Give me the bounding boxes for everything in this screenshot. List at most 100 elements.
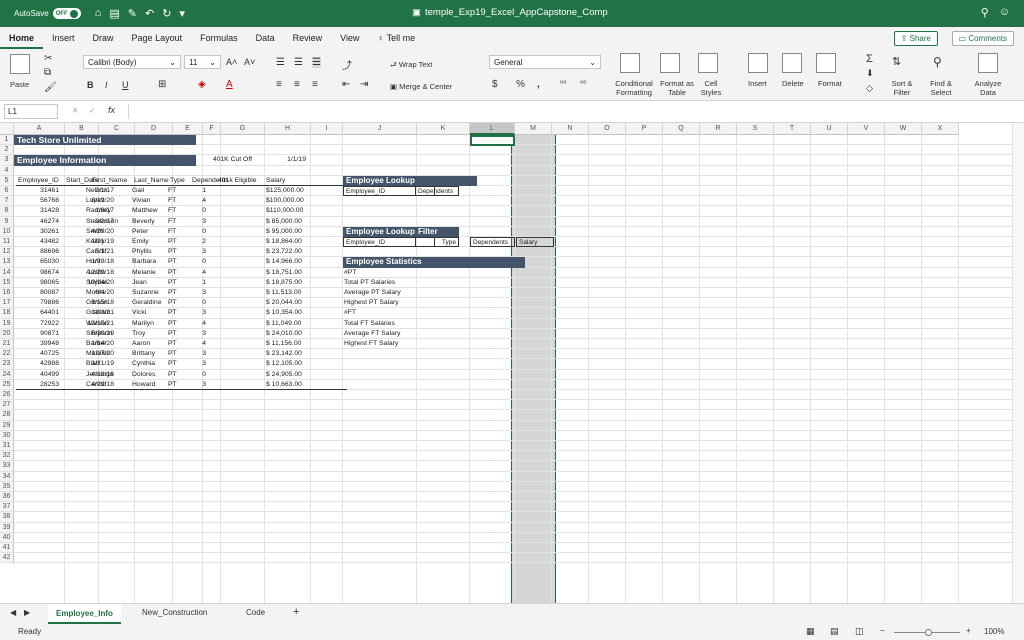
sheet-tab-new-construction[interactable]: New_Construction [142,608,207,617]
column-header[interactable]: T [774,123,811,135]
row-header[interactable]: 4 [0,165,14,176]
type-cell[interactable]: PT [168,247,186,257]
cutoff-date[interactable]: 1/1/19 [266,155,306,165]
row-header[interactable]: 29 [0,420,14,431]
last-name-cell[interactable]: Marilyn [132,319,170,329]
column-header[interactable]: C [99,123,135,135]
row-header[interactable]: 14 [0,267,14,278]
row-header[interactable]: 33 [0,461,14,472]
type-cell[interactable]: FT [168,196,186,206]
column-header[interactable]: S [737,123,774,135]
column-header[interactable]: G [221,123,265,135]
row-header[interactable]: 39 [0,522,14,533]
salary-cell[interactable]: $110,000.00 [266,206,308,216]
salary-cell[interactable]: $ 10,354.00 [266,308,308,318]
tab-data[interactable]: Data [247,27,284,49]
dependents-cell[interactable]: 0 [186,370,206,380]
column-header[interactable]: J [343,123,417,135]
row-header[interactable]: 19 [0,318,14,329]
row-header[interactable]: 3 [0,155,14,166]
row-header[interactable]: 16 [0,288,14,299]
tab-insert[interactable]: Insert [43,27,84,49]
last-name-cell[interactable]: Gail [132,186,170,196]
format-label[interactable]: Format [818,79,842,88]
tab-formulas[interactable]: Formulas [191,27,247,49]
type-cell[interactable]: PT [168,329,186,339]
format-painter-icon[interactable]: 🖌 [44,82,57,93]
format-cells-icon[interactable] [816,53,836,73]
type-cell[interactable]: FT [168,206,186,216]
salary-cell[interactable]: $ 95,000.00 [266,227,308,237]
last-name-cell[interactable]: Aaron [132,339,170,349]
tab-page-layout[interactable]: Page Layout [123,27,192,49]
type-cell[interactable]: PT [168,308,186,318]
stats-label[interactable]: #FT [344,308,434,318]
currency-button[interactable]: $ [492,79,498,90]
first-name-cell[interactable]: Hunt [86,257,126,267]
row-header[interactable]: 5 [0,175,14,186]
row-header[interactable]: 25 [0,379,14,390]
lookup2-type-header[interactable]: Type [415,237,459,248]
employee-id-cell[interactable]: 88696 [15,247,63,257]
first-name-cell[interactable]: Morris [86,288,126,298]
column-header[interactable]: L [470,123,515,135]
first-name-cell[interactable]: Simpson [86,329,126,339]
employee-id-cell[interactable]: 90871 [15,329,63,339]
column-header[interactable]: B [65,123,99,135]
employee-id-cell[interactable]: 31428 [15,206,63,216]
salary-cell[interactable]: $ 18,864.00 [266,237,308,247]
first-name-cell[interactable]: Nelson [86,186,126,196]
first-name-cell[interactable]: Barber [86,339,126,349]
column-header[interactable]: E [173,123,203,135]
row-header[interactable]: 38 [0,512,14,523]
stats-label[interactable]: Average FT Salary [344,329,434,339]
format-table-icon[interactable] [660,53,680,73]
autosum-icon[interactable]: Σ [866,53,873,65]
type-cell[interactable]: PT [168,278,186,288]
type-cell[interactable]: PT [168,257,186,267]
type-cell[interactable]: FT [168,217,186,227]
dependents-cell[interactable]: 3 [186,329,206,339]
type-cell[interactable]: PT [168,370,186,380]
dependents-cell[interactable]: 4 [186,268,206,278]
row-header[interactable]: 8 [0,206,14,217]
find-select-label[interactable]: Find & Select [926,79,956,97]
format-table-label[interactable]: Format as Table [657,79,697,97]
column-header[interactable]: K [417,123,470,135]
align-middle-icon[interactable]: ☰ [294,57,303,68]
sheet-tab-employee-info[interactable]: Employee_Info [48,604,121,624]
salary-cell[interactable]: $ 24,010.00 [266,329,308,339]
employee-id-cell[interactable]: 72922 [15,319,63,329]
font-name-select[interactable]: Calibri (Body) ⌄ [83,55,181,69]
customize-qat-icon[interactable]: ▾ [179,7,185,20]
row-header[interactable]: 34 [0,471,14,482]
employee-id-cell[interactable]: 42988 [15,359,63,369]
last-name-cell[interactable]: Barbara [132,257,170,267]
column-header[interactable]: X [922,123,959,135]
salary-cell[interactable]: $ 14,966.00 [266,257,308,267]
last-name-cell[interactable]: Matthew [132,206,170,216]
salary-cell[interactable]: $ 12,105.00 [266,359,308,369]
vertical-scrollbar[interactable] [1012,123,1024,603]
row-header[interactable]: 26 [0,390,14,401]
account-icon[interactable]: ☺ [999,6,1010,19]
outdent-icon[interactable]: ⇤ [342,79,350,90]
lookup1-title[interactable]: Employee Lookup [343,175,477,186]
row-header[interactable]: 30 [0,430,14,441]
row-header[interactable]: 10 [0,226,14,237]
last-name-cell[interactable]: Beverly [132,217,170,227]
zoom-slider-thumb[interactable] [925,629,932,636]
page-layout-view-icon[interactable]: ▤ [830,626,839,637]
insert-label[interactable]: Insert [748,79,767,88]
select-all-corner[interactable] [0,123,14,135]
next-sheet-icon[interactable]: ▶ [24,608,30,617]
column-header[interactable]: W [885,123,922,135]
tab-review[interactable]: Review [284,27,332,49]
align-right-icon[interactable]: ≡ [312,79,318,90]
row-header[interactable]: 22 [0,349,14,360]
dependents-cell[interactable]: 1 [186,186,206,196]
row-header[interactable]: 15 [0,277,14,288]
home-icon[interactable]: ⌂ [95,7,102,20]
enter-icon[interactable]: ✓ [89,106,95,115]
cut-icon[interactable]: ✂ [44,53,52,64]
